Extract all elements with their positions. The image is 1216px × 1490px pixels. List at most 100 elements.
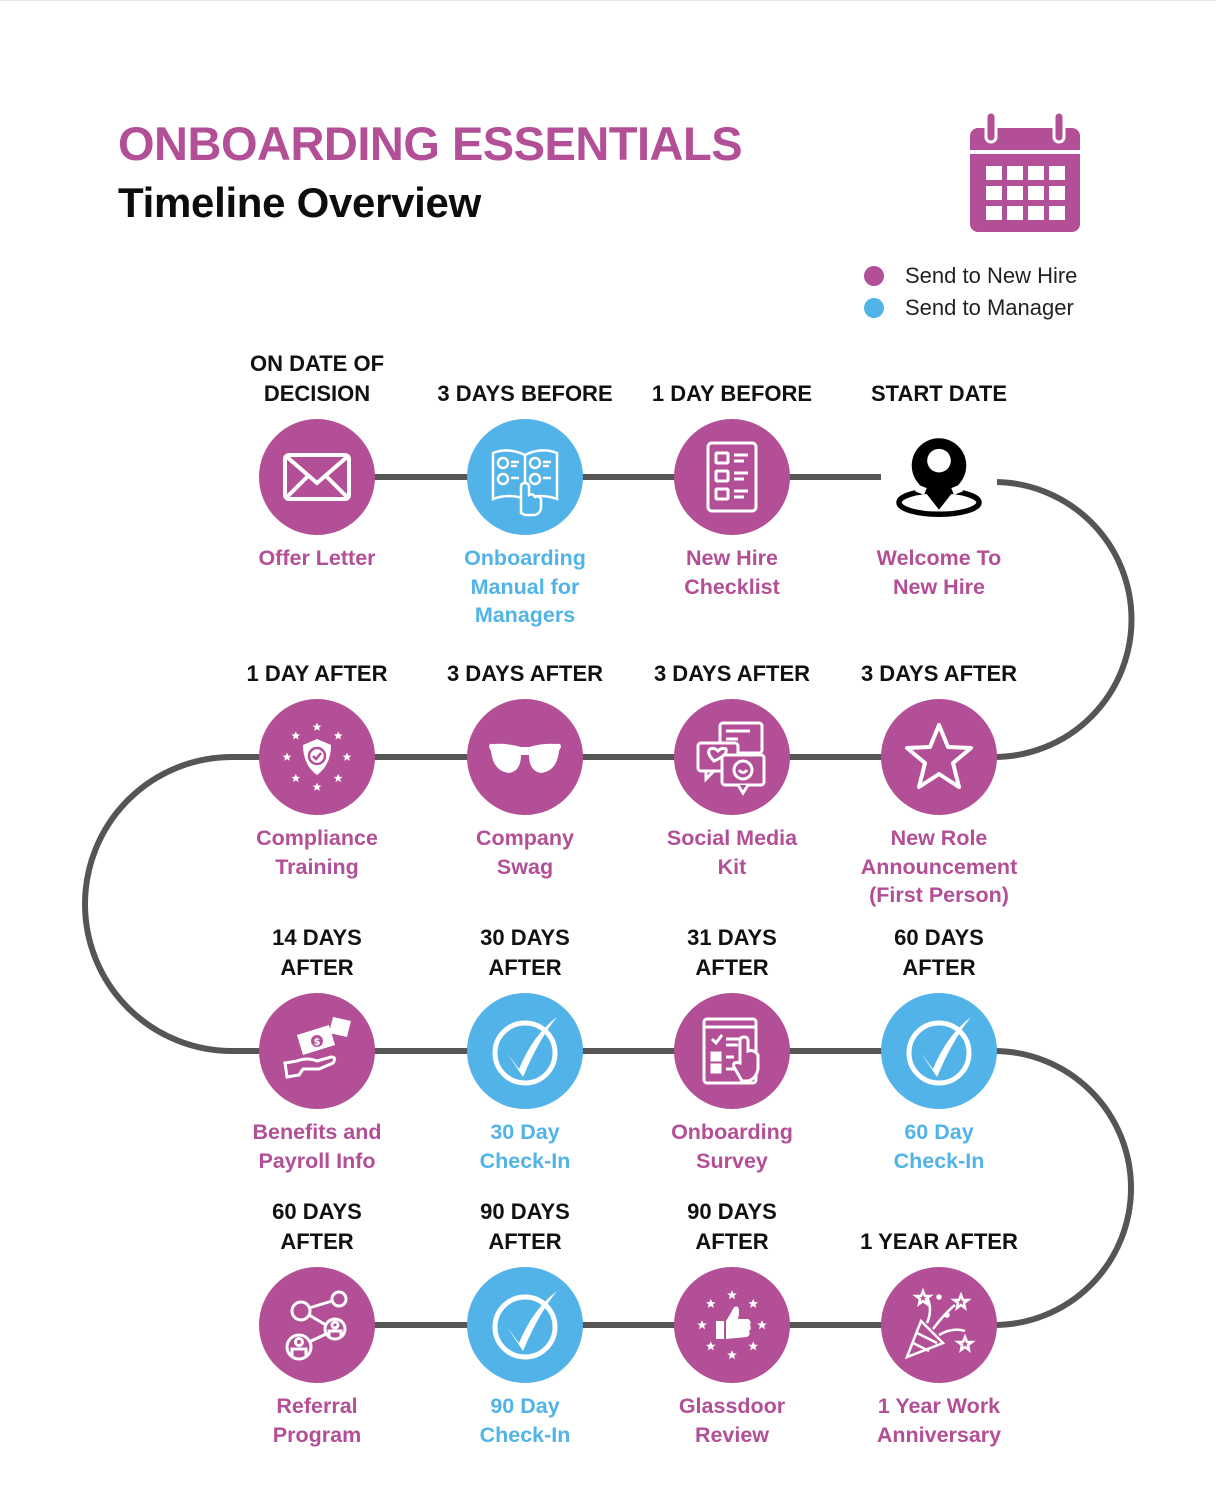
- step-timing-line: 3 DAYS AFTER: [653, 661, 811, 686]
- step-label: 30 Day Check-In: [425, 1118, 625, 1175]
- step-label-line: Check-In: [893, 1148, 985, 1173]
- step-label-line: New Role: [890, 826, 988, 850]
- step-label-line: New Hire: [685, 546, 778, 570]
- step-label-line: Program: [272, 1422, 362, 1447]
- step-timing-line: AFTER: [488, 1229, 562, 1254]
- step-badge: [259, 419, 375, 535]
- step-badge: [467, 1267, 583, 1383]
- step-timing: 31 DAYS AFTER: [632, 923, 832, 983]
- step-label: New Hire Checklist: [632, 544, 832, 601]
- step-badge: [881, 993, 997, 1109]
- step-label-line: Glassdoor: [678, 1394, 786, 1418]
- step-badge: [881, 1267, 997, 1383]
- step-timing: 3 DAYS AFTER: [632, 659, 832, 689]
- step-timing: 3 DAYS BEFORE: [425, 379, 625, 409]
- step-timing: 1 DAY AFTER: [217, 659, 417, 689]
- step-timing: START DATE: [839, 379, 1039, 409]
- step-timing-line: 1 YEAR AFTER: [860, 1229, 1018, 1254]
- step-timing: 3 DAYS AFTER: [425, 659, 625, 689]
- step-timing-line: 14 DAYS: [272, 925, 362, 950]
- step-label: Welcome To New Hire: [839, 544, 1039, 601]
- step-label-line: Welcome To: [876, 546, 1002, 570]
- party-popper-icon: [899, 1285, 979, 1365]
- location-pin-icon: [889, 431, 989, 523]
- step-badge: [467, 993, 583, 1109]
- step-label: Offer Letter: [217, 544, 417, 573]
- step-label-line: Compliance: [256, 826, 378, 850]
- step-label: Compliance Training: [217, 824, 417, 881]
- step-label-line: Managers: [474, 603, 576, 627]
- step-label-line: Kit: [717, 854, 747, 879]
- step-badge: [674, 1267, 790, 1383]
- step-badge: [674, 699, 790, 815]
- step-badge: [467, 699, 583, 815]
- star-icon: [899, 717, 979, 797]
- step-label: Company Swag: [425, 824, 625, 881]
- step-timing: 60 DAYS AFTER: [217, 1197, 417, 1257]
- step-timing-line: DECISION: [263, 381, 371, 406]
- step-label-line: 60 Day: [904, 1120, 974, 1144]
- step-timing-line: 30 DAYS: [480, 925, 570, 950]
- step-label: Onboarding Survey: [632, 1118, 832, 1175]
- step-label-line: Checklist: [684, 574, 780, 599]
- step-label-line: Announcement: [860, 854, 1018, 879]
- step-badge: [674, 993, 790, 1109]
- step-badge: [881, 699, 997, 815]
- step-timing-line: 3 DAYS AFTER: [446, 661, 604, 686]
- step-timing: 14 DAYS AFTER: [217, 923, 417, 983]
- manual-book-icon: [485, 437, 565, 517]
- step-timing: 30 DAYS AFTER: [425, 923, 625, 983]
- step-timing-line: 90 DAYS: [480, 1199, 570, 1224]
- money-hand-icon: $: [277, 1011, 357, 1091]
- shield-stars-icon: [277, 717, 357, 797]
- step-timing: 60 DAYS AFTER: [839, 923, 1039, 983]
- sunglasses-icon: [485, 717, 565, 797]
- step-label-line: Company: [476, 826, 574, 850]
- step-timing-line: 3 DAYS AFTER: [860, 661, 1018, 686]
- step-timing-line: AFTER: [280, 1229, 354, 1254]
- step-timing-line: 60 DAYS: [272, 1199, 362, 1224]
- step-label-line: Anniversary: [876, 1422, 1002, 1447]
- step-badge: [259, 699, 375, 815]
- step-badge: $: [259, 993, 375, 1109]
- step-timing-line: 1 DAY AFTER: [246, 661, 388, 686]
- checklist-icon: [692, 437, 772, 517]
- step-label-line: Onboarding: [671, 1120, 793, 1144]
- step-label-line: 90 Day: [490, 1394, 560, 1418]
- step-label-line: Training: [275, 854, 359, 879]
- step-label: Glassdoor Review: [632, 1392, 832, 1449]
- survey-form-icon: [692, 1011, 772, 1091]
- step-timing-line: 60 DAYS: [894, 925, 984, 950]
- step-timing-line: ON DATE OF: [249, 351, 385, 376]
- step-label-line: Benefits and: [252, 1120, 382, 1144]
- step-label-line: Check-In: [479, 1422, 571, 1447]
- check-circle-icon: [485, 1285, 565, 1365]
- step-timing: 90 DAYS AFTER: [632, 1197, 832, 1257]
- referral-network-icon: [277, 1285, 357, 1365]
- step-label-line: Social Media: [666, 826, 798, 850]
- step-timing: ON DATE OF DECISION: [217, 349, 417, 409]
- step-label-line: (First Person): [869, 883, 1009, 907]
- step-label: 1 Year Work Anniversary: [839, 1392, 1039, 1449]
- check-circle-icon: [485, 1011, 565, 1091]
- step-label-line: Referral: [276, 1394, 358, 1418]
- step-label-line: Swag: [496, 854, 554, 879]
- step-label-line: Offer Letter: [258, 546, 376, 570]
- step-label-line: New Hire: [892, 574, 985, 599]
- step-label: Onboarding Manual for Managers: [425, 544, 625, 630]
- step-timing-line: AFTER: [280, 955, 354, 980]
- step-label: 90 Day Check-In: [425, 1392, 625, 1449]
- timeline-path: [82, 474, 1135, 1328]
- step-label-line: 1 Year Work: [877, 1394, 1001, 1418]
- step-badge: [881, 419, 997, 535]
- envelope-icon: [277, 437, 357, 517]
- chat-bubbles-icon: [692, 717, 772, 797]
- thumbs-up-stars-icon: [692, 1285, 772, 1365]
- step-label: Referral Program: [217, 1392, 417, 1449]
- step-label-line: Survey: [696, 1148, 768, 1173]
- step-timing-line: AFTER: [488, 955, 562, 980]
- step-timing-line: AFTER: [902, 955, 976, 980]
- step-label-line: Check-In: [479, 1148, 571, 1173]
- step-timing-line: 3 DAYS BEFORE: [437, 381, 613, 406]
- step-badge: [674, 419, 790, 535]
